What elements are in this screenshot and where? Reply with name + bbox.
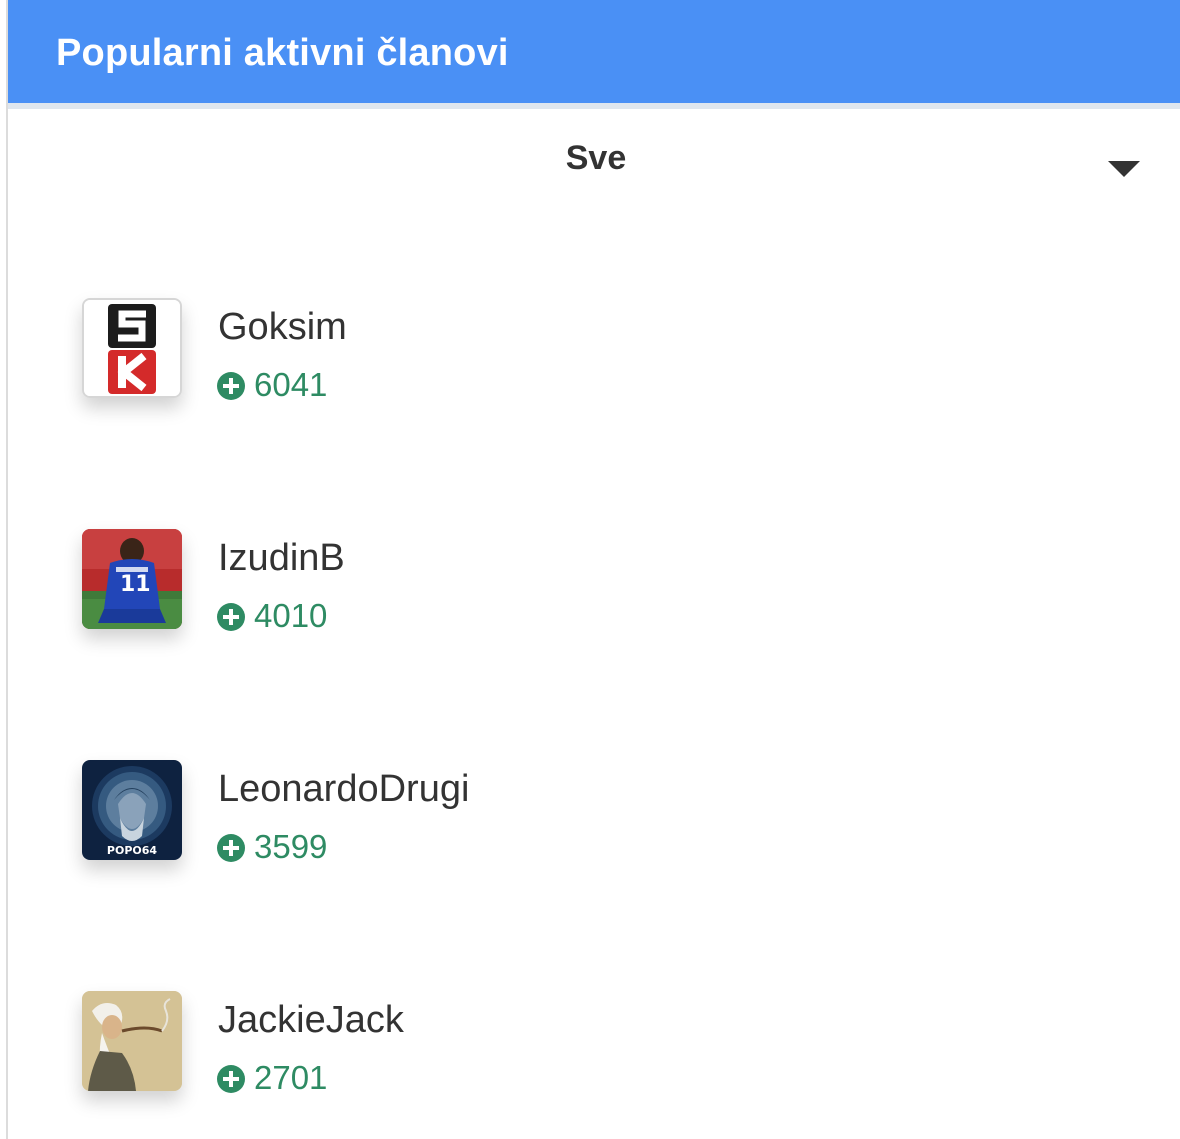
old-sage-avatar[interactable] xyxy=(82,991,182,1091)
member-name[interactable]: IzudinB xyxy=(218,537,345,580)
football-player-avatar[interactable]: 11 xyxy=(82,529,182,629)
member-name[interactable]: Goksim xyxy=(218,306,347,349)
plus-circle-icon xyxy=(217,834,245,862)
points-value: 6041 xyxy=(254,366,328,403)
leonardo-portrait-avatar[interactable]: POPO64 xyxy=(82,760,182,860)
plus-circle-icon xyxy=(217,372,245,400)
member-item: 11 IzudinB 4010 xyxy=(80,529,780,639)
widget-header: Popularni aktivni članovi xyxy=(8,0,1180,109)
member-item: Goksim 6041 xyxy=(80,298,780,408)
member-item: POPO64 LeonardoDrugi 3599 xyxy=(80,760,780,870)
avatar-caption: POPO64 xyxy=(106,844,158,857)
member-name[interactable]: LeonardoDrugi xyxy=(218,768,469,811)
widget-title: Popularni aktivni članovi xyxy=(56,32,509,74)
sk-logo-avatar[interactable] xyxy=(82,298,182,398)
filter-dropdown[interactable]: Sve xyxy=(8,115,1180,207)
filter-selected-value: Sve xyxy=(565,139,627,177)
plus-circle-icon xyxy=(217,1065,245,1093)
svg-text:11: 11 xyxy=(120,572,151,597)
plus-circle-icon xyxy=(217,603,245,631)
popular-members-widget: Popularni aktivni članovi Sve Goksim 604… xyxy=(6,0,1180,1139)
points-value: 4010 xyxy=(254,597,328,634)
caret-down-icon[interactable] xyxy=(1108,161,1140,177)
member-name[interactable]: JackieJack xyxy=(218,999,404,1042)
points-value: 2701 xyxy=(254,1059,328,1096)
points-value: 3599 xyxy=(254,828,328,865)
member-item: JackieJack 2701 xyxy=(80,991,780,1101)
